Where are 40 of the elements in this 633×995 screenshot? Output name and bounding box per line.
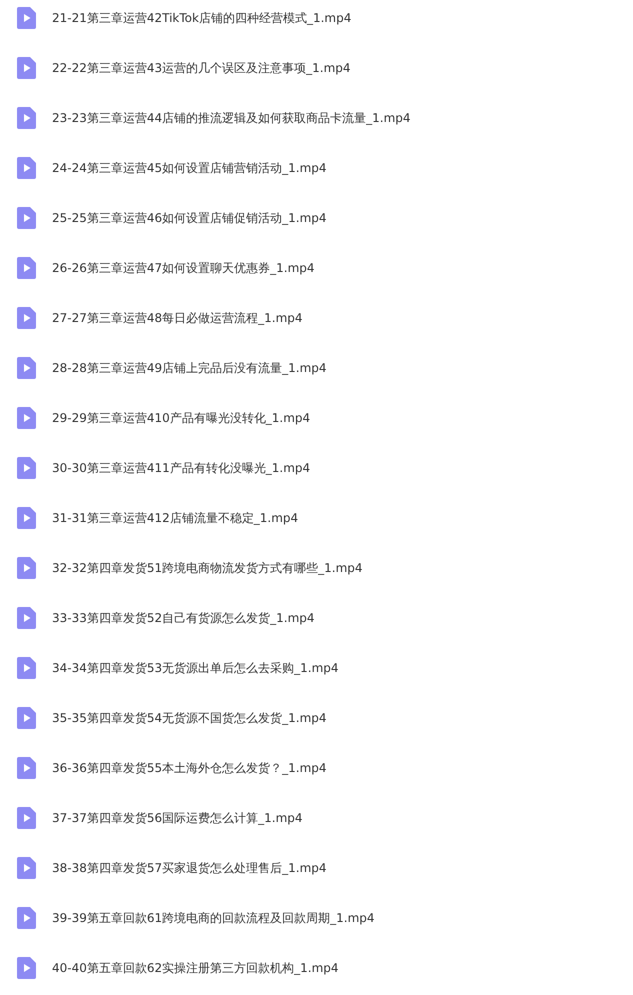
file-name[interactable]: 38-38第四章发货57买家退货怎么处理售后_1.mp4 xyxy=(52,860,327,876)
video-file-icon xyxy=(17,557,36,579)
video-file-icon xyxy=(17,207,36,229)
video-file-icon xyxy=(17,857,36,879)
file-name[interactable]: 23-23第三章运营44店铺的推流逻辑及如何获取商品卡流量_1.mp4 xyxy=(52,110,411,126)
video-file-icon xyxy=(17,907,36,929)
file-name[interactable]: 26-26第三章运营47如何设置聊天优惠券_1.mp4 xyxy=(52,260,315,276)
file-name[interactable]: 40-40第五章回款62实操注册第三方回款机构_1.mp4 xyxy=(52,960,339,976)
video-file-icon xyxy=(17,757,36,779)
file-name[interactable]: 31-31第三章运营412店铺流量不稳定_1.mp4 xyxy=(52,510,298,526)
video-file-icon xyxy=(17,657,36,679)
video-file-icon xyxy=(17,307,36,329)
file-name[interactable]: 27-27第三章运营48每日必做运营流程_1.mp4 xyxy=(52,310,303,326)
video-file-icon xyxy=(17,607,36,629)
file-name[interactable]: 24-24第三章运营45如何设置店铺营销活动_1.mp4 xyxy=(52,160,327,176)
file-name[interactable]: 37-37第四章发货56国际运费怎么计算_1.mp4 xyxy=(52,810,303,826)
file-name[interactable]: 34-34第四章发货53无货源出单后怎么去采购_1.mp4 xyxy=(52,660,339,676)
video-file-icon xyxy=(17,57,36,79)
video-file-icon xyxy=(17,807,36,829)
video-file-icon xyxy=(17,157,36,179)
file-name[interactable]: 32-32第四章发货51跨境电商物流发货方式有哪些_1.mp4 xyxy=(52,560,363,576)
video-file-icon xyxy=(17,357,36,379)
file-name[interactable]: 33-33第四章发货52自己有货源怎么发货_1.mp4 xyxy=(52,610,315,626)
video-file-icon xyxy=(17,407,36,429)
video-file-icon xyxy=(17,707,36,729)
video-file-icon xyxy=(17,457,36,479)
video-file-icon xyxy=(17,957,36,979)
video-file-icon xyxy=(17,507,36,529)
video-file-icon xyxy=(17,107,36,129)
file-name[interactable]: 25-25第三章运营46如何设置店铺促销活动_1.mp4 xyxy=(52,210,327,226)
file-name[interactable]: 36-36第四章发货55本土海外仓怎么发货？_1.mp4 xyxy=(52,760,327,776)
file-name[interactable]: 22-22第三章运营43运营的几个误区及注意事项_1.mp4 xyxy=(52,60,351,76)
file-name[interactable]: 21-21第三章运营42TikTok店铺的四种经营模式_1.mp4 xyxy=(52,10,352,26)
file-name[interactable]: 35-35第四章发货54无货源不国货怎么发货_1.mp4 xyxy=(52,710,327,726)
video-file-icon xyxy=(17,7,36,29)
file-name[interactable]: 30-30第三章运营411产品有转化没曝光_1.mp4 xyxy=(52,460,310,476)
file-name[interactable]: 29-29第三章运营410产品有曝光没转化_1.mp4 xyxy=(52,410,310,426)
file-name[interactable]: 39-39第五章回款61跨境电商的回款流程及回款周期_1.mp4 xyxy=(52,910,375,926)
video-file-icon xyxy=(17,257,36,279)
file-name[interactable]: 28-28第三章运营49店铺上完品后没有流量_1.mp4 xyxy=(52,360,327,376)
